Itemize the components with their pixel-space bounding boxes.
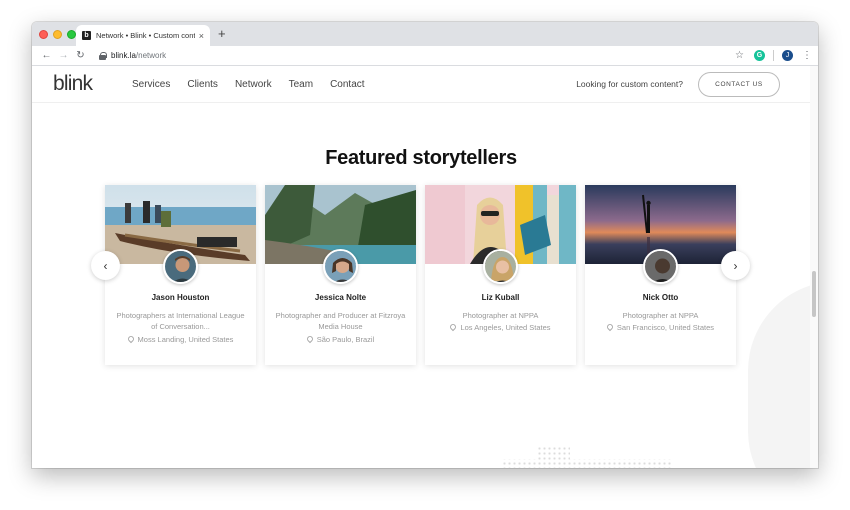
location-text: Los Angeles, United States bbox=[460, 323, 551, 332]
storyteller-card[interactable]: Jessica Nolte Photographer and Producer … bbox=[265, 185, 416, 365]
tab-bar: b Network • Blink • Custom cont… × + bbox=[32, 22, 818, 46]
storyteller-avatar bbox=[323, 249, 358, 284]
profile-avatar[interactable]: J bbox=[782, 50, 793, 61]
storyteller-card[interactable]: Jason Houston Photographers at Internati… bbox=[105, 185, 256, 365]
section-heading: Featured storytellers bbox=[325, 147, 517, 169]
storyteller-avatar bbox=[163, 249, 198, 284]
bookmark-star-icon[interactable]: ☆ bbox=[735, 50, 744, 61]
contact-us-button[interactable]: CONTACT US bbox=[698, 71, 780, 97]
url-path: /network bbox=[135, 51, 167, 60]
storyteller-name: Liz Kuball bbox=[481, 293, 520, 302]
main-nav: Services Clients Network Team Contact bbox=[132, 79, 382, 90]
grammarly-extension-icon[interactable]: G bbox=[754, 50, 765, 61]
decorative-dot-pattern bbox=[502, 446, 672, 468]
nav-contact[interactable]: Contact bbox=[330, 79, 364, 90]
storyteller-card[interactable]: Liz Kuball Photographer at NPPA Los Ange… bbox=[425, 185, 576, 365]
site-header: blink Services Clients Network Team Cont… bbox=[32, 66, 810, 103]
background-shape bbox=[748, 281, 818, 468]
carousel-next-button[interactable]: › bbox=[721, 251, 750, 280]
storyteller-role: Photographer at NPPA bbox=[622, 311, 699, 320]
storyteller-role: Photographer and Producer at Fitzroya Me… bbox=[275, 311, 406, 331]
url-host: blink.la bbox=[111, 51, 136, 60]
new-tab-button[interactable]: + bbox=[218, 27, 226, 40]
reload-button[interactable]: ↻ bbox=[72, 50, 89, 61]
back-button[interactable]: ← bbox=[38, 50, 55, 61]
storyteller-name: Jason Houston bbox=[151, 293, 210, 302]
storyteller-avatar bbox=[483, 249, 518, 284]
storyteller-location: San Francisco, United States bbox=[585, 323, 736, 332]
forward-button[interactable]: → bbox=[55, 50, 72, 61]
nav-network[interactable]: Network bbox=[235, 79, 272, 90]
tab-title: Network • Blink • Custom cont… bbox=[96, 31, 195, 40]
storyteller-location: Los Angeles, United States bbox=[425, 323, 576, 332]
storyteller-role: Photographer at NPPA bbox=[462, 311, 539, 320]
header-cta: Looking for custom content? CONTACT US bbox=[576, 71, 780, 97]
storyteller-name: Nick Otto bbox=[642, 293, 679, 302]
carousel-prev-button[interactable]: ‹ bbox=[91, 251, 120, 280]
storyteller-avatar bbox=[643, 249, 678, 284]
storytellers-carousel: Jason Houston Photographers at Internati… bbox=[105, 185, 736, 365]
location-pin-icon bbox=[607, 324, 613, 331]
blink-logo[interactable]: blink bbox=[53, 72, 132, 96]
favicon-icon: b bbox=[82, 31, 91, 40]
browser-window: b Network • Blink • Custom cont… × + ← →… bbox=[32, 22, 818, 468]
nav-clients[interactable]: Clients bbox=[187, 79, 218, 90]
nav-services[interactable]: Services bbox=[132, 79, 170, 90]
url-text: blink.la/network bbox=[111, 51, 166, 60]
storyteller-card[interactable]: Nick Otto Photographer at NPPA San Franc… bbox=[585, 185, 736, 365]
location-pin-icon bbox=[128, 336, 134, 343]
browser-menu-icon[interactable]: ⋮ bbox=[802, 50, 812, 61]
location-pin-icon bbox=[450, 324, 456, 331]
location-text: Moss Landing, United States bbox=[137, 335, 234, 344]
lock-icon bbox=[99, 51, 107, 60]
toolbar-separator bbox=[773, 50, 774, 61]
minimize-window-button[interactable] bbox=[53, 30, 62, 39]
browser-tab[interactable]: b Network • Blink • Custom cont… × bbox=[76, 25, 210, 46]
window-controls bbox=[39, 30, 76, 39]
location-pin-icon bbox=[307, 336, 313, 343]
location-text: São Paulo, Brazil bbox=[316, 335, 375, 344]
storyteller-location: Moss Landing, United States bbox=[105, 335, 256, 344]
storyteller-location: São Paulo, Brazil bbox=[265, 335, 416, 344]
page-scrollbar[interactable] bbox=[810, 66, 818, 468]
close-window-button[interactable] bbox=[39, 30, 48, 39]
maximize-window-button[interactable] bbox=[67, 30, 76, 39]
browser-toolbar: ← → ↻ blink.la/network ☆ G J ⋮ bbox=[32, 46, 818, 66]
storyteller-name: Jessica Nolte bbox=[314, 293, 367, 302]
location-text: San Francisco, United States bbox=[616, 323, 715, 332]
nav-team[interactable]: Team bbox=[289, 79, 313, 90]
storyteller-role: Photographers at International League of… bbox=[116, 311, 245, 331]
close-tab-icon[interactable]: × bbox=[199, 31, 204, 41]
scrollbar-thumb[interactable] bbox=[812, 271, 816, 317]
page-content: blink Services Clients Network Team Cont… bbox=[32, 66, 818, 468]
address-bar[interactable]: blink.la/network bbox=[93, 48, 729, 63]
custom-content-question: Looking for custom content? bbox=[576, 79, 683, 89]
